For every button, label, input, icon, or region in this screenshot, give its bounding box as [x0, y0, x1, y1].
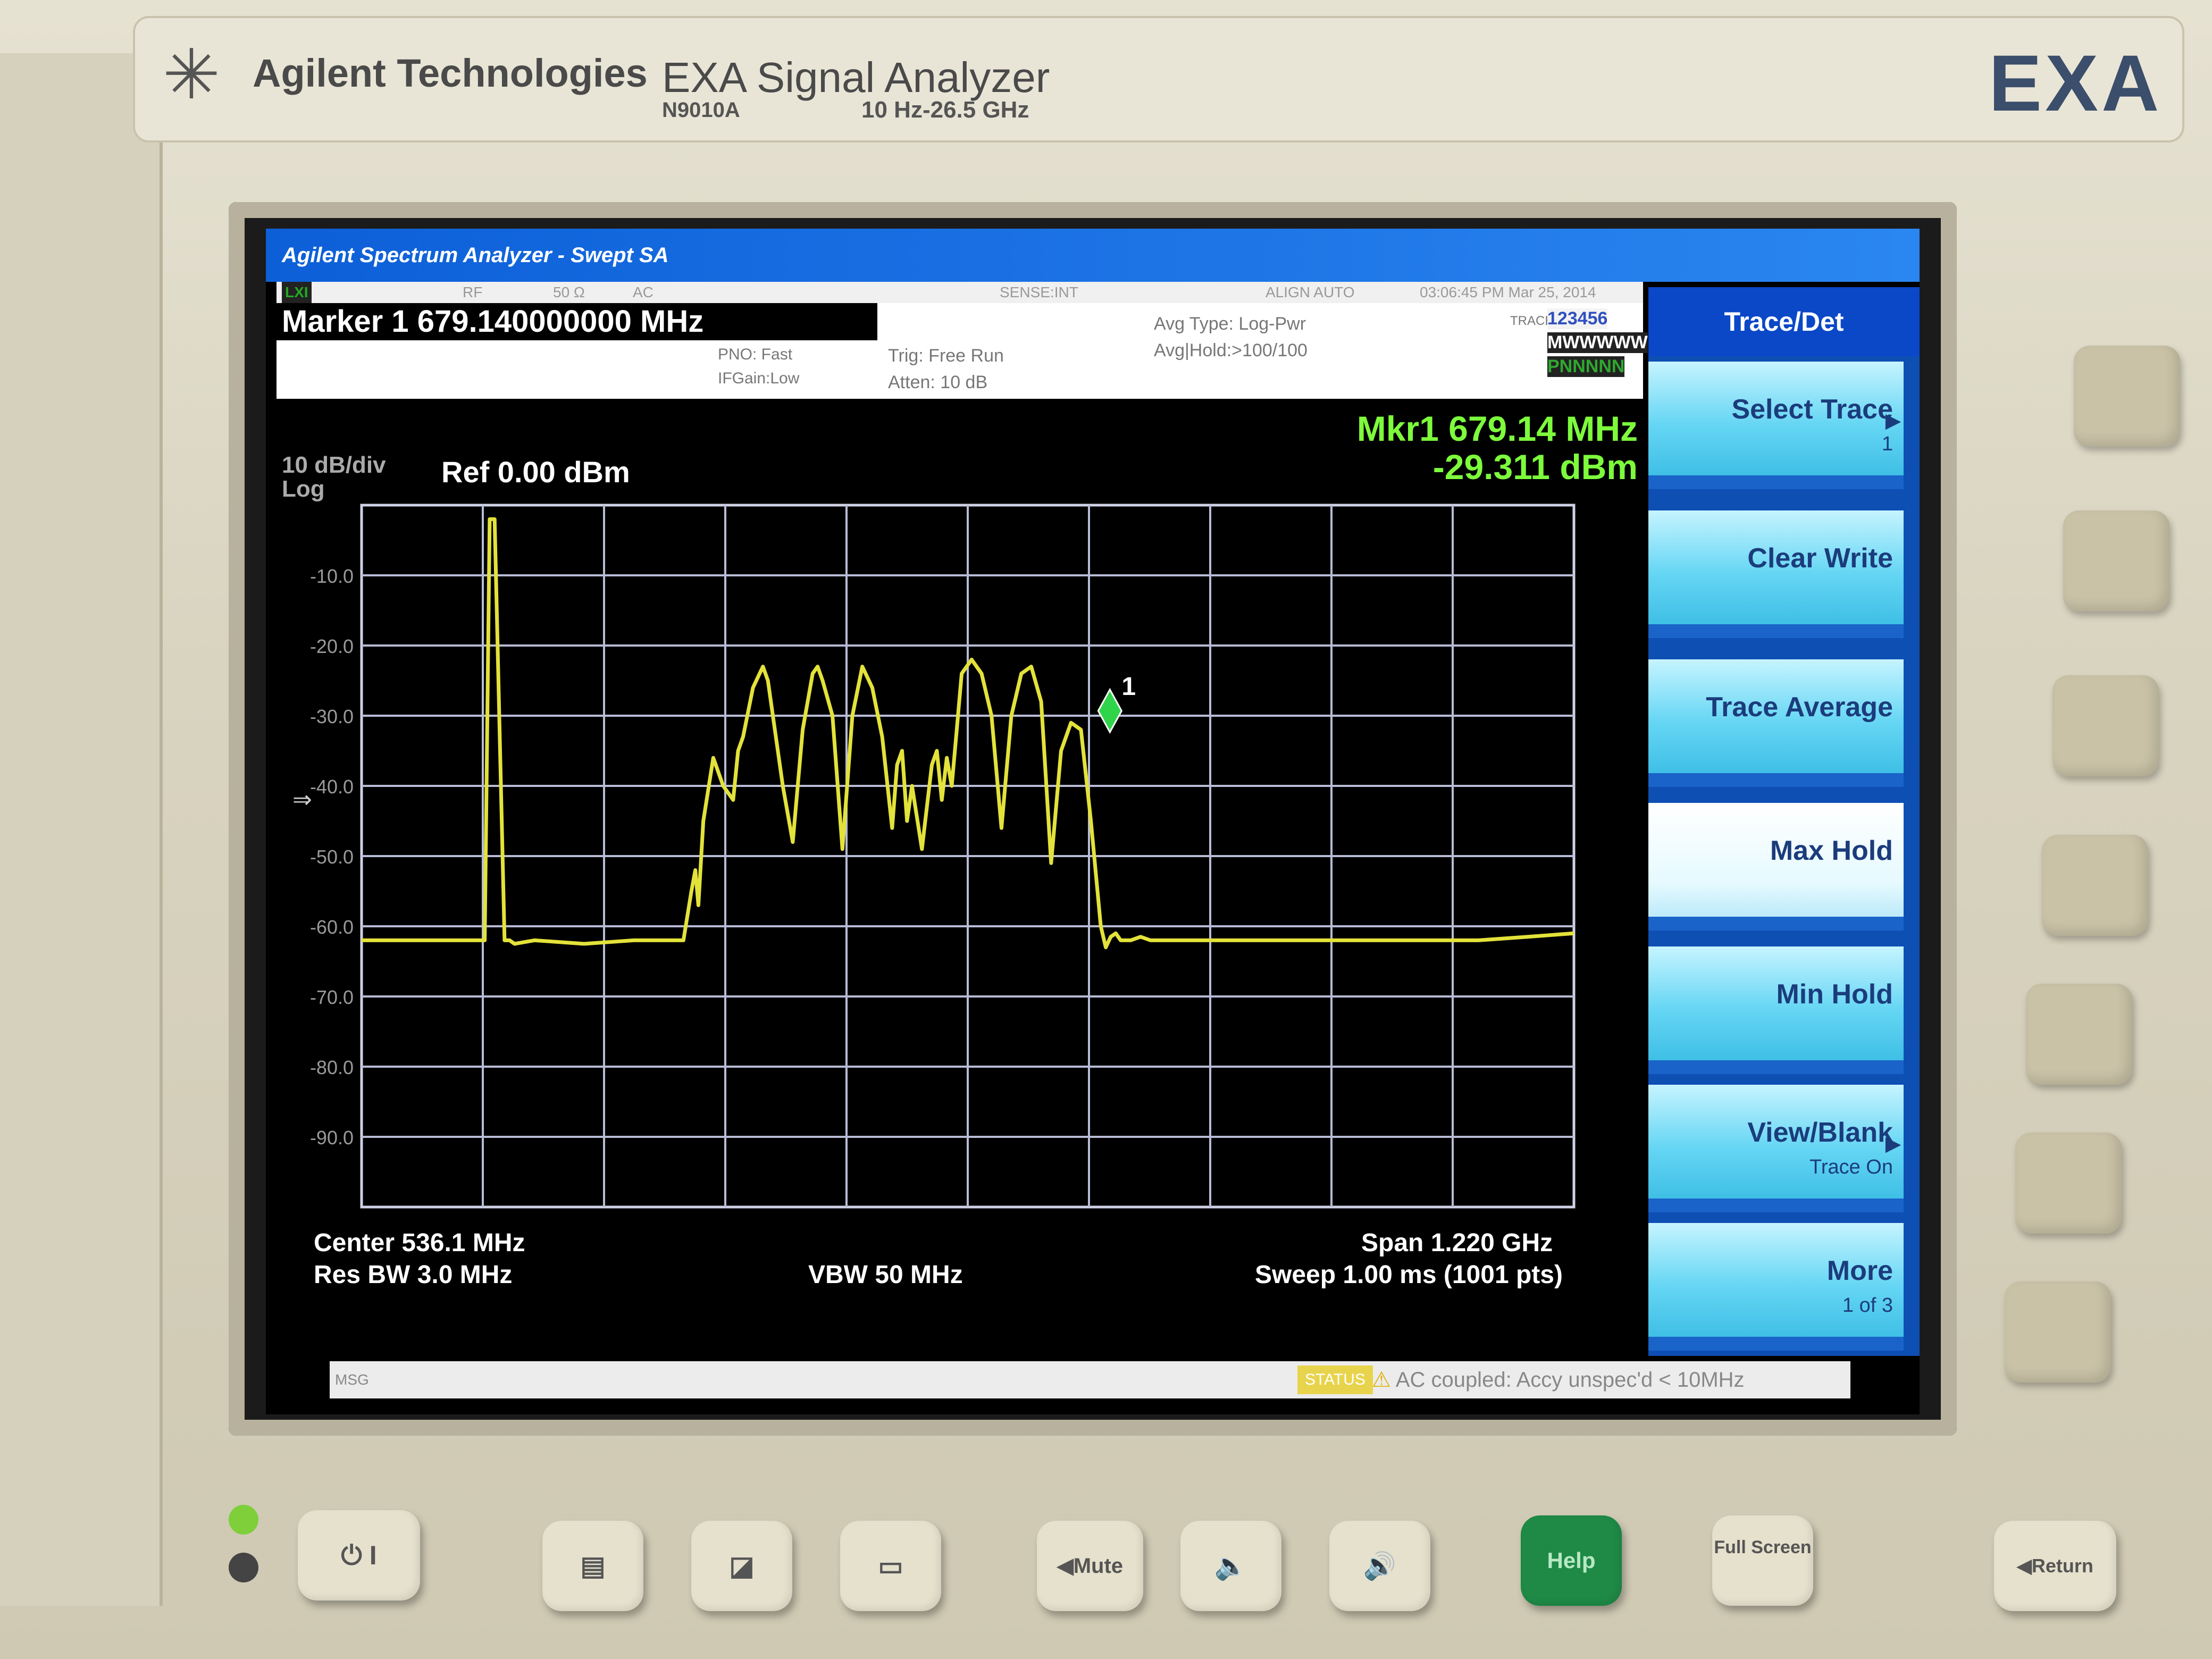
softkey-label: Clear Write	[1747, 543, 1893, 574]
power-button[interactable]: ⏻ I	[298, 1510, 420, 1601]
trigger-setting: Trig: Free Run	[888, 346, 1004, 366]
marker-1-diamond	[1097, 688, 1123, 734]
y-tick-label: -70.0	[310, 986, 354, 1008]
y-tick-label: -40.0	[310, 776, 354, 798]
y-tick-label: -20.0	[310, 635, 354, 657]
settings-panel: Marker 1 679.140000000 MHz PNO: Fast IFG…	[276, 303, 1648, 399]
y-tick-label: -60.0	[310, 916, 354, 938]
avg-type-setting: Avg Type: Log-Pwr	[1154, 314, 1306, 334]
y-tick-label: -50.0	[310, 846, 354, 868]
lxi-badge: LXI	[282, 282, 312, 303]
status-message-text: AC coupled: Accy unspec'd < 10MHz	[1395, 1368, 1745, 1392]
status-message: ⚠ AC coupled: Accy unspec'd < 10MHz	[1372, 1361, 1745, 1398]
ifgain-setting: IFGain:Low	[718, 370, 800, 387]
hardware-softkey-2[interactable]	[2063, 510, 2169, 611]
softkey-more[interactable]: More 1 of 3	[1648, 1223, 1904, 1351]
submenu-arrow-icon: ▶	[1886, 409, 1900, 431]
avg-hold-setting: Avg|Hold:>100/100	[1154, 340, 1308, 361]
softkey-select-trace[interactable]: Select Trace 1 ▶	[1648, 362, 1904, 489]
model-number: N9010A	[662, 98, 740, 122]
help-button[interactable]: Help	[1521, 1515, 1622, 1606]
center-frequency[interactable]: Center 536.1 MHz	[314, 1228, 525, 1258]
full-screen-button[interactable]: Full Screen	[1712, 1515, 1813, 1606]
softkey-max-hold[interactable]: Max Hold	[1648, 803, 1904, 931]
trigger-level-arrow-icon: ⇒	[292, 786, 312, 813]
hardware-softkey-1[interactable]	[2074, 346, 2180, 447]
y-tick-label: -80.0	[310, 1057, 354, 1078]
sense-label: SENSE:INT	[1000, 284, 1078, 300]
softkey-label: Min Hold	[1776, 979, 1893, 1010]
msg-label: MSG	[335, 1371, 369, 1388]
next-window-button[interactable]: ▭	[840, 1521, 941, 1611]
analyzer-screen: Agilent Spectrum Analyzer - Swept SA LXI…	[266, 229, 1920, 1414]
brand-name: Agilent Technologies	[253, 51, 648, 95]
volume-down-button[interactable]: 🔈	[1180, 1521, 1281, 1611]
trace-types: MWWWWW	[1547, 332, 1648, 353]
exa-logo: EXA	[1989, 38, 2163, 128]
warning-icon: ⚠	[1372, 1368, 1391, 1392]
softkey-menu-title: Trace/Det	[1648, 287, 1920, 356]
hardware-softkey-4[interactable]	[2042, 835, 2148, 936]
softkey-label: View/Blank	[1747, 1117, 1893, 1148]
status-strip: LXI RF 50 Ω AC SENSE:INT ALIGN AUTO 03:0…	[276, 282, 1643, 303]
softkey-label: Max Hold	[1770, 835, 1893, 866]
zoom-window-icon: ◪	[729, 1551, 755, 1581]
split-window-icon: ▤	[580, 1551, 606, 1581]
speaker-low-icon: 🔈	[1214, 1551, 1248, 1581]
window-title: Agilent Spectrum Analyzer - Swept SA	[266, 229, 1920, 282]
softkey-trace-average[interactable]: Trace Average	[1648, 659, 1904, 787]
coupling-label: AC	[633, 284, 653, 300]
trace-detectors: PNNNNN	[1547, 356, 1625, 377]
softkey-label: More	[1826, 1255, 1893, 1286]
softkey-sublabel: 1 of 3	[1842, 1294, 1893, 1317]
standby-led-icon	[229, 1553, 258, 1582]
agilent-spark-logo-icon: ✳	[162, 36, 221, 113]
rf-input-label: RF	[463, 284, 483, 300]
hardware-softkey-5[interactable]	[2026, 984, 2132, 1085]
softkey-sublabel: 1	[1881, 433, 1893, 455]
mute-button[interactable]: ◀Mute	[1037, 1521, 1143, 1611]
marker-1-label: 1	[1121, 673, 1136, 701]
return-button[interactable]: ◀Return	[1994, 1521, 2116, 1611]
submenu-arrow-icon: ▶	[1886, 1133, 1900, 1154]
trace-numbers: 123456	[1547, 308, 1608, 329]
timestamp: 03:06:45 PM Mar 25, 2014	[1420, 284, 1596, 300]
speaker-high-icon: 🔊	[1363, 1551, 1397, 1581]
softkey-label: Trace Average	[1706, 692, 1893, 723]
impedance-label: 50 Ω	[553, 284, 585, 300]
zoom-button[interactable]: ◪	[691, 1521, 792, 1611]
softkey-clear-write[interactable]: Clear Write	[1648, 510, 1904, 638]
softkey-sublabel: Trace On	[1809, 1156, 1893, 1178]
volume-up-button[interactable]: 🔊	[1329, 1521, 1430, 1611]
hardware-softkey-7[interactable]	[2005, 1281, 2111, 1382]
left-side-panel	[0, 53, 163, 1606]
message-bar: MSG STATUS ⚠ AC coupled: Accy unspec'd <…	[330, 1361, 1850, 1398]
product-name: EXA Signal Analyzer	[662, 54, 1050, 101]
next-window-icon: ▭	[878, 1551, 903, 1581]
hardware-softkey-6[interactable]	[2015, 1133, 2122, 1234]
y-tick-label: -30.0	[310, 706, 354, 727]
status-label: STATUS	[1297, 1365, 1373, 1394]
y-tick-label: -10.0	[310, 565, 354, 587]
spectrum-plot-area: Mkr1 679.14 MHz -29.311 dBm 10 dB/div Lo…	[276, 399, 1643, 1345]
softkey-label: Select Trace	[1731, 394, 1893, 425]
span[interactable]: Span 1.220 GHz	[1361, 1228, 1553, 1258]
active-marker-frequency[interactable]: Marker 1 679.140000000 MHz	[276, 303, 877, 340]
spectrum-chart: -10.0 -20.0 -30.0 -40.0 -50.0 -60.0 -70.0 -80.0…	[292, 504, 1576, 1209]
softkey-min-hold[interactable]: Min Hold	[1648, 946, 1904, 1074]
align-label: ALIGN AUTO	[1266, 284, 1355, 300]
resolution-bandwidth[interactable]: Res BW 3.0 MHz	[314, 1260, 512, 1289]
softkey-view-blank[interactable]: View/Blank Trace On ▶	[1648, 1085, 1904, 1212]
video-bandwidth[interactable]: VBW 50 MHz	[808, 1260, 963, 1289]
y-tick-label: -90.0	[310, 1127, 354, 1149]
frequency-range: 10 Hz-26.5 GHz	[861, 97, 1029, 123]
pno-setting: PNO: Fast	[718, 346, 793, 363]
layout-split-button[interactable]: ▤	[542, 1521, 643, 1611]
hardware-softkey-3[interactable]	[2052, 675, 2159, 776]
attenuation-setting: Atten: 10 dB	[888, 372, 988, 392]
sweep-time[interactable]: Sweep 1.00 ms (1001 pts)	[1255, 1260, 1563, 1289]
power-led-icon	[229, 1505, 258, 1535]
softkey-menu: Trace/Det Select Trace 1 ▶ Clear Write T…	[1648, 287, 1920, 1356]
